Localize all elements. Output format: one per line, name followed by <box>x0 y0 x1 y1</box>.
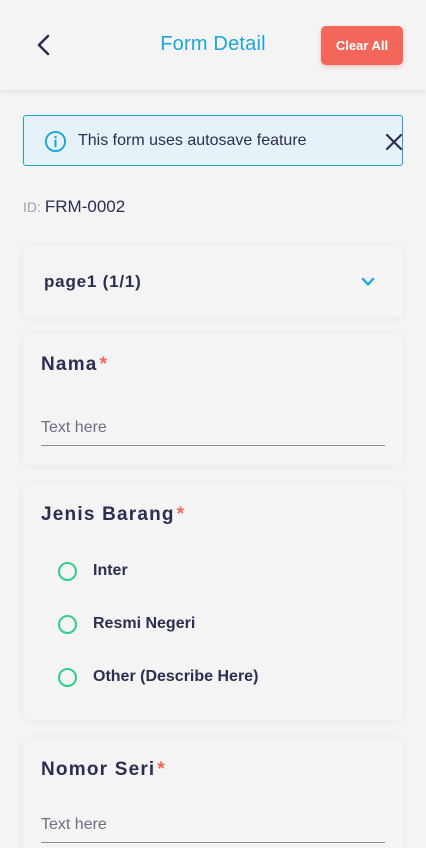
autosave-alert: This form uses autosave feature <box>23 115 403 166</box>
chevron-down-icon <box>361 277 375 286</box>
nomor-seri-input[interactable] <box>41 807 385 843</box>
close-icon[interactable] <box>382 130 406 154</box>
question-label-text: Jenis Barang <box>41 504 175 525</box>
form-id: ID: FRM-0002 <box>23 197 125 217</box>
form-id-label: ID: <box>23 199 41 215</box>
required-marker: * <box>157 759 167 780</box>
nama-input[interactable] <box>41 410 385 446</box>
info-icon <box>44 130 67 153</box>
page-selector-label: page1 (1/1) <box>44 272 142 291</box>
app-header: Form Detail Clear All <box>0 0 426 90</box>
clear-all-button[interactable]: Clear All <box>321 26 403 65</box>
alert-message: This form uses autosave feature <box>78 132 307 149</box>
radio-circle[interactable] <box>58 614 77 634</box>
required-marker: * <box>176 504 186 525</box>
question-label-text: Nama <box>41 354 98 375</box>
radio-option-other[interactable]: Other (Describe Here) <box>58 663 258 691</box>
radio-option-resmi-negeri[interactable]: Resmi Negeri <box>58 610 195 638</box>
form-id-value: FRM-0002 <box>44 197 126 216</box>
radio-option-inter[interactable]: Inter <box>58 557 128 585</box>
question-card-jenis-barang: Jenis Barang * Inter Resmi Negeri Other (… <box>23 483 403 720</box>
radio-option-label: Inter <box>93 562 128 579</box>
question-label: Jenis Barang * <box>41 504 185 526</box>
radio-option-label: Resmi Negeri <box>93 615 196 632</box>
page-selector[interactable]: page1 (1/1) <box>23 245 403 317</box>
question-label: Nama * <box>41 354 108 376</box>
radio-circle[interactable] <box>58 667 77 687</box>
required-marker: * <box>99 354 109 375</box>
question-card-nomor-seri: Nomor Seri * <box>23 738 403 848</box>
radio-option-label: Other (Describe Here) <box>93 668 259 685</box>
radio-circle[interactable] <box>58 561 77 581</box>
question-card-nama: Nama * <box>23 333 403 465</box>
question-label: Nomor Seri * <box>41 759 166 781</box>
question-label-text: Nomor Seri <box>41 759 156 780</box>
